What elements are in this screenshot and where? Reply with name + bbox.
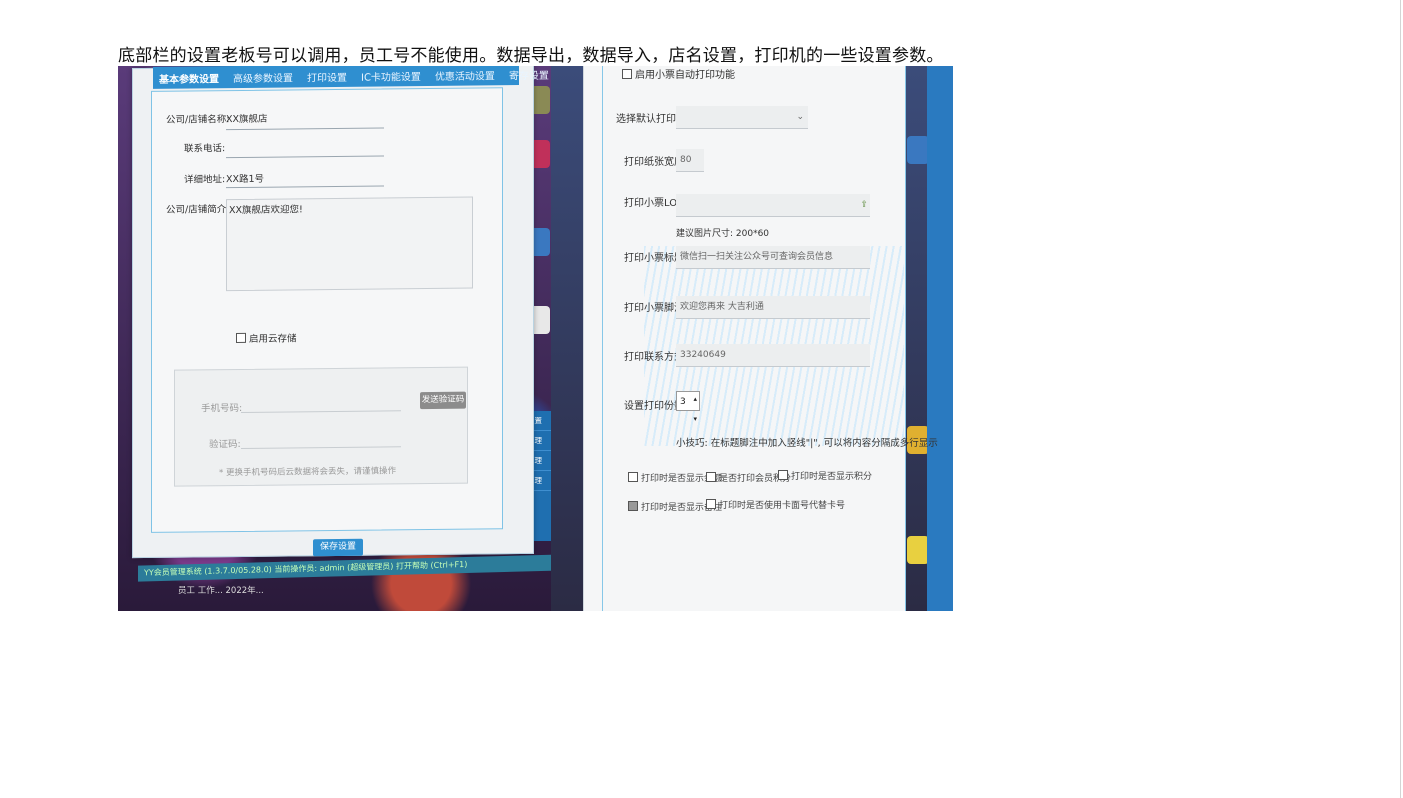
upload-icon[interactable]: ⇪ — [860, 194, 868, 216]
copies-value: 3 — [680, 397, 686, 407]
desktop-app-icon — [907, 536, 929, 564]
photo-print-settings: 启用小票自动打印功能 选择默认打印机: ⌄ 打印纸张宽度: 80 打印小票LOG… — [551, 66, 953, 611]
checkbox[interactable] — [706, 472, 716, 482]
code-input[interactable] — [241, 446, 401, 449]
chevron-down-icon: ⌄ — [796, 112, 804, 122]
footer-input[interactable]: 欢迎您再来 大吉利通 — [676, 296, 870, 319]
option-show-points[interactable]: 打印时是否显示积分 — [778, 469, 872, 482]
tab-basic[interactable]: 基本参数设置 — [159, 70, 219, 86]
logo-path-input[interactable]: ⇪ — [676, 194, 870, 217]
address-underline — [226, 185, 384, 189]
taskbar-text: 员工 工作... 2022年... — [178, 586, 264, 596]
paper-width-value: 80 — [680, 155, 692, 165]
print-settings-window: 启用小票自动打印功能 选择默认打印机: ⌄ 打印纸张宽度: 80 打印小票LOG… — [583, 66, 938, 611]
copies-stepper[interactable]: 3 ▴ ▾ — [676, 391, 700, 423]
tab-promotion[interactable]: 优惠活动设置 — [435, 67, 495, 83]
mobile-label: 手机号码: — [201, 402, 243, 415]
basic-settings-panel: 公司/店铺名称: XX旗舰店 联系电话: 详细地址: XX路1号 公司/店铺简介… — [151, 87, 503, 533]
checkbox-checked[interactable] — [628, 501, 638, 511]
stepper-arrows-icon[interactable]: ▴ ▾ — [693, 389, 697, 429]
cloud-storage-option[interactable]: 启用云存储 — [236, 330, 297, 345]
intro-text: XX旗舰店欢迎您! — [229, 204, 303, 217]
phone-label: 联系电话: — [184, 143, 226, 155]
phone-underline — [226, 155, 384, 159]
printer-select[interactable]: ⌄ — [676, 106, 808, 129]
tip-text: 小技巧: 在标题脚注中加入竖线"|", 可以将内容分隔成多行显示 — [676, 438, 938, 449]
tab-storage[interactable]: 寄存设置 — [509, 66, 549, 81]
intro-label: 公司/店铺简介: — [166, 204, 230, 216]
page-right-border — [1400, 0, 1401, 798]
store-name-field[interactable]: XX旗舰店 — [226, 111, 268, 125]
tab-print[interactable]: 打印设置 — [307, 68, 347, 83]
mobile-input[interactable] — [241, 410, 401, 413]
save-settings-button[interactable]: 保存设置 — [313, 538, 363, 557]
checkbox[interactable] — [628, 472, 638, 482]
logo-hint: 建议图片尺寸: 200*60 — [676, 229, 770, 239]
desktop-app-icon — [907, 136, 929, 164]
cloud-storage-label: 启用云存储 — [249, 333, 297, 345]
option-card-number[interactable]: 打印时是否使用卡面号代替卡号 — [706, 498, 845, 511]
option-label: 打印时是否显示积分 — [791, 472, 873, 482]
photo-basic-settings: 会员设置 储值管理 会员管理 产品管理 基本参数设置 高级参数设置 打印设置 I… — [118, 66, 551, 611]
paper-width-select[interactable]: 80 — [676, 149, 704, 172]
sms-verify-box: 手机号码: 发送验证码 验证码: * 更换手机号码后云数据将会丢失，请谨慎操作 — [174, 366, 468, 487]
option-label: 打印时是否使用卡面号代替卡号 — [719, 501, 846, 511]
settings-tabs: 基本参数设置 高级参数设置 打印设置 IC卡功能设置 优惠活动设置 寄存设置 — [153, 66, 549, 89]
tab-advanced[interactable]: 高级参数设置 — [233, 69, 293, 85]
checkbox[interactable] — [706, 499, 716, 509]
auto-print-checkbox[interactable] — [622, 69, 632, 79]
address-label: 详细地址: — [184, 174, 226, 186]
auto-print-option[interactable]: 启用小票自动打印功能 — [622, 66, 735, 81]
caption-text: 底部栏的设置老板号可以调用，员工号不能使用。数据导出，数据导入，店名设置，打印机… — [118, 46, 944, 66]
code-label: 验证码: — [209, 438, 241, 451]
contact-input[interactable]: 33240649 — [676, 344, 870, 367]
tab-ic-card[interactable]: IC卡功能设置 — [361, 68, 421, 84]
title-input[interactable]: 微信扫一扫关注公众号可查询会员信息 — [676, 246, 870, 269]
store-name-label: 公司/店铺名称: — [166, 114, 230, 126]
address-field[interactable]: XX路1号 — [226, 171, 264, 185]
send-code-button[interactable]: 发送验证码 — [420, 391, 466, 410]
auto-print-label: 启用小票自动打印功能 — [635, 70, 735, 81]
warning-text: * 更换手机号码后云数据将会丢失，请谨慎操作 — [219, 466, 396, 479]
intro-textarea[interactable]: XX旗舰店欢迎您! — [226, 196, 473, 292]
settings-window: 基本参数设置 高级参数设置 打印设置 IC卡功能设置 优惠活动设置 寄存设置 公… — [132, 66, 549, 559]
side-menu-strip — [927, 66, 953, 611]
cloud-storage-checkbox[interactable] — [236, 332, 246, 344]
checkbox[interactable] — [778, 470, 788, 480]
store-name-underline — [226, 127, 384, 131]
